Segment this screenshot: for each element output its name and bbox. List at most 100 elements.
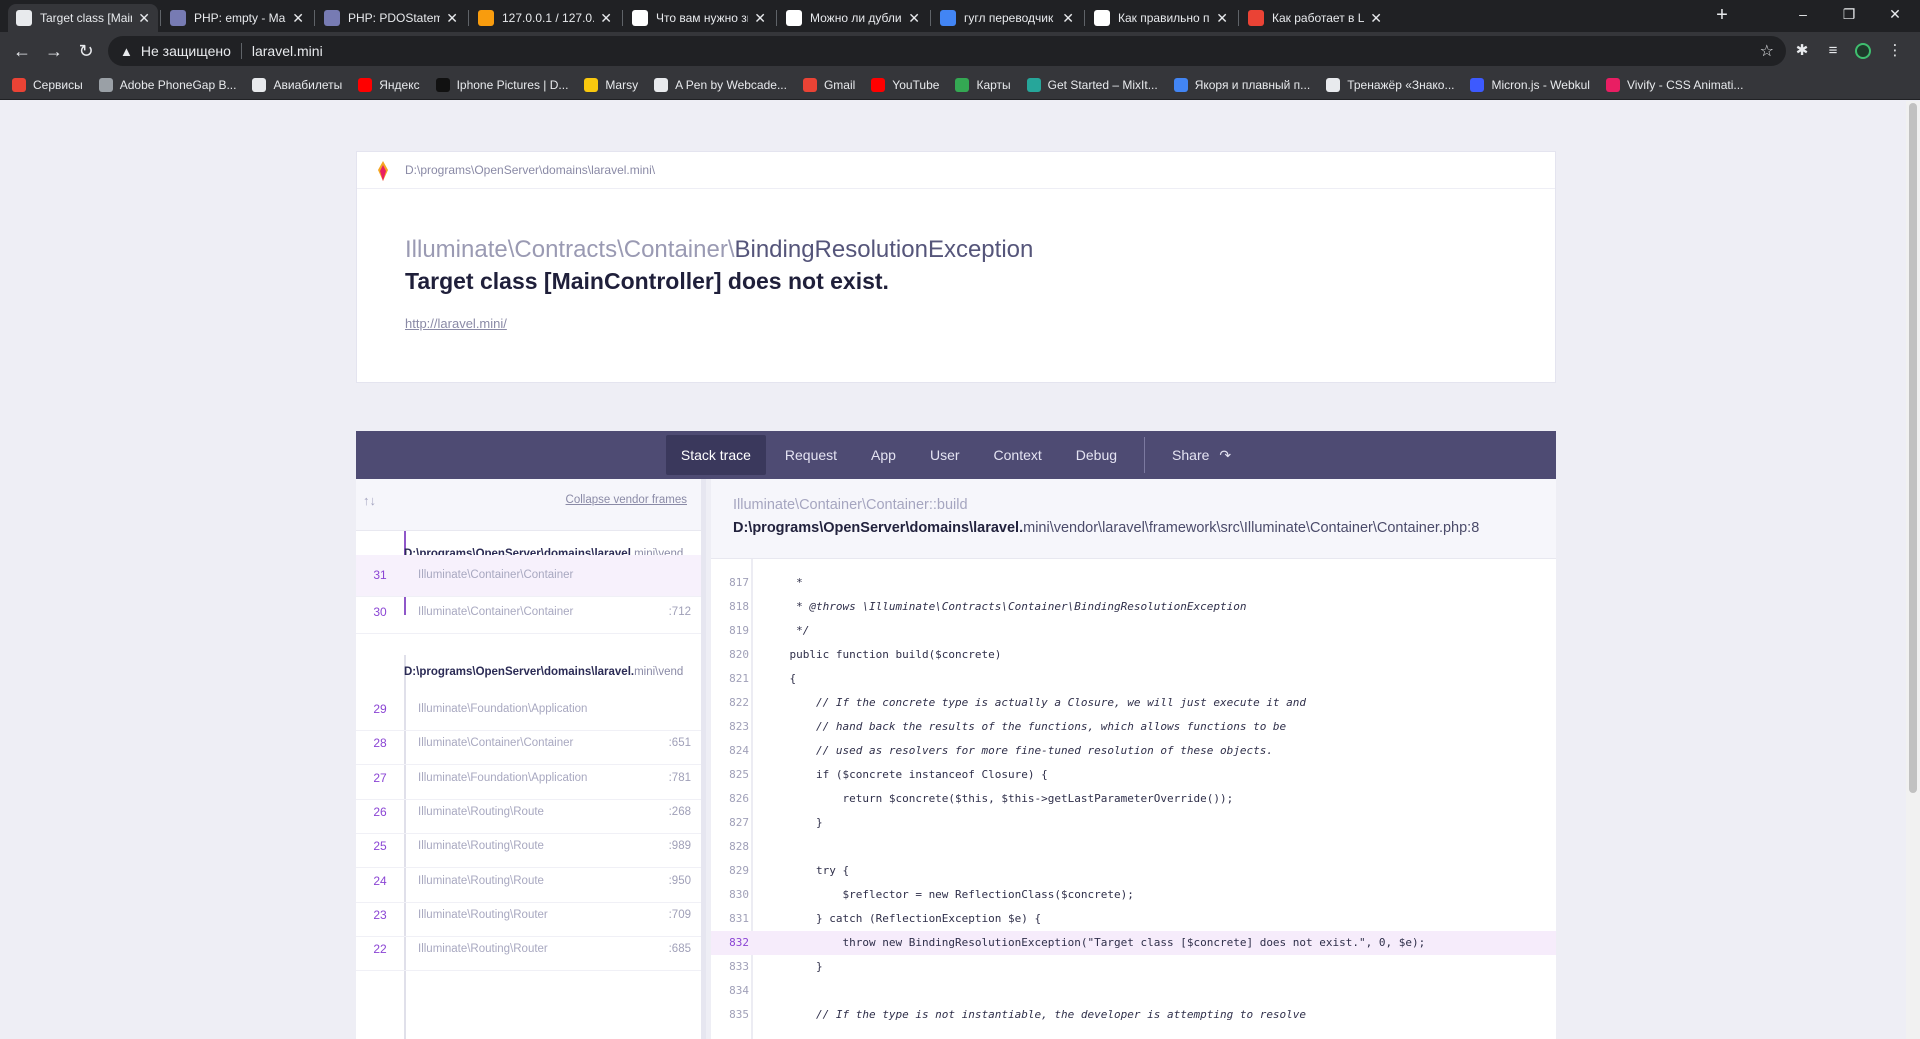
tab-request[interactable]: Request: [770, 435, 852, 475]
collapse-vendor-frames-link[interactable]: Collapse vendor frames: [566, 494, 687, 506]
share-button[interactable]: Share ↷: [1157, 435, 1246, 475]
tab-user[interactable]: User: [915, 435, 975, 475]
bookmark-label: Авиабилеты: [273, 77, 343, 92]
frame-class: Illuminate\Container\Container: [418, 606, 574, 618]
frame-file-path[interactable]: D:\programs\OpenServer\domains\laravel.m…: [733, 520, 1479, 536]
frame-group-head[interactable]: D:\programs\OpenServer\domains\laravel.m…: [404, 657, 701, 687]
browser-tab[interactable]: Можно ли дублирова ✕: [778, 4, 928, 32]
code-line-text: {: [763, 672, 797, 685]
new-tab-button[interactable]: +: [1708, 4, 1736, 28]
bookmark-item[interactable]: YouTube: [871, 77, 940, 92]
browser-tab[interactable]: Что вам нужно знать о ✕: [624, 4, 774, 32]
browser-tab[interactable]: PHP: PDOStatement::e ✕: [316, 4, 466, 32]
share-icon: ↷: [1219, 446, 1232, 463]
stack-frame-row[interactable]: 22 Illuminate\Routing\Router:685: [356, 929, 701, 971]
code-line: 821 {: [711, 667, 1556, 691]
browser-tab[interactable]: Как работает в Larave ✕: [1240, 4, 1390, 32]
reading-list-icon[interactable]: ≡: [1824, 42, 1842, 60]
bookmark-item[interactable]: Get Started – MixIt...: [1026, 77, 1158, 92]
bookmark-favicon-icon: [1173, 77, 1188, 92]
page-scrollbar[interactable]: [1906, 101, 1920, 1039]
code-line: 834: [711, 979, 1556, 1003]
bookmark-favicon-icon: [435, 77, 450, 92]
close-window-icon[interactable]: ✕: [1872, 0, 1918, 28]
exception-name: Illuminate\Contracts\Container\BindingRe…: [405, 236, 1033, 264]
bookmark-label: Adobe PhoneGap B...: [119, 77, 237, 92]
code-line-text: */: [763, 624, 810, 637]
bookmark-item[interactable]: Карты: [955, 77, 1011, 92]
code-line-number: 821: [729, 672, 749, 685]
bookmark-item[interactable]: Якоря и плавный п...: [1173, 77, 1310, 92]
bookmark-item[interactable]: Vivify - CSS Animati...: [1605, 77, 1744, 92]
frame-number: 26: [373, 805, 387, 819]
tab-close-icon[interactable]: ✕: [600, 10, 612, 27]
browser-tab[interactable]: Как правильно пропи ✕: [1086, 4, 1236, 32]
frame-class: Illuminate\Foundation\Application: [418, 703, 588, 715]
frame-number: 31: [373, 568, 387, 582]
tab-favicon-icon: [170, 10, 186, 26]
bookmark-item[interactable]: Сервисы: [12, 77, 83, 92]
stack-frame-row[interactable]: 30 Illuminate\Container\Container:712: [356, 592, 701, 634]
bookmark-item[interactable]: Micron.js - Webkul: [1470, 77, 1590, 92]
frame-class: Illuminate\Routing\Router: [418, 909, 548, 921]
back-icon[interactable]: ←: [8, 37, 36, 65]
address-bar[interactable]: ▲ Не защищено laravel.mini ☆: [108, 36, 1786, 66]
tab-close-icon[interactable]: ✕: [138, 10, 150, 27]
bookmark-item[interactable]: Adobe PhoneGap B...: [98, 77, 237, 92]
bookmark-item[interactable]: Тренажёр «Знако...: [1326, 77, 1454, 92]
bookmark-item[interactable]: A Pen by Webcade...: [654, 77, 787, 92]
warning-icon: ▲: [120, 43, 133, 59]
tab-app[interactable]: App: [856, 435, 911, 475]
code-line-text: // hand back the results of the function…: [763, 720, 1287, 733]
tab-close-icon[interactable]: ✕: [1062, 10, 1074, 27]
browser-tab[interactable]: PHP: empty - Manual ✕: [162, 4, 312, 32]
tab-separator: [314, 10, 315, 26]
request-url-link[interactable]: http://laravel.mini/: [405, 316, 507, 331]
tab-debug[interactable]: Debug: [1061, 435, 1132, 475]
tab-context[interactable]: Context: [979, 435, 1057, 475]
menu-icon[interactable]: ⋮: [1886, 42, 1904, 60]
browser-tab[interactable]: Target class [MainC ✕: [8, 4, 158, 32]
tab-title: PHP: PDOStatement::e: [348, 11, 441, 25]
bookmark-favicon-icon: [358, 77, 373, 92]
frame-line: :989: [668, 840, 691, 852]
tab-close-icon[interactable]: ✕: [292, 10, 304, 27]
bookmark-item[interactable]: Gmail: [802, 77, 855, 92]
maximize-icon[interactable]: ❐: [1826, 0, 1872, 28]
bookmark-label: Get Started – MixIt...: [1047, 77, 1158, 92]
tab-favicon-icon: [324, 10, 340, 26]
frame-line: :709: [668, 909, 691, 921]
tab-favicon-icon: [786, 10, 802, 26]
bookmark-star-icon[interactable]: ☆: [1760, 41, 1774, 61]
tab-favicon-icon: [478, 10, 494, 26]
extensions-icon[interactable]: ✱: [1793, 42, 1811, 60]
bookmark-label: YouTube: [892, 77, 940, 92]
reload-icon[interactable]: ↻: [72, 37, 100, 65]
minimize-icon[interactable]: –: [1780, 0, 1826, 28]
tab-close-icon[interactable]: ✕: [754, 10, 766, 27]
frame-number: 28: [373, 736, 387, 750]
code-line: 823 // hand back the results of the func…: [711, 715, 1556, 739]
bookmark-item[interactable]: Яндекс: [358, 77, 420, 92]
tab-stack-trace[interactable]: Stack trace: [665, 435, 766, 475]
sort-arrows-icon[interactable]: ↑↓: [363, 493, 376, 508]
profile-avatar[interactable]: [1855, 43, 1871, 59]
forward-icon[interactable]: →: [40, 37, 68, 65]
stack-trace-panel: ↑↓ Collapse vendor frames D:\programs\Op…: [356, 479, 706, 1039]
tab-close-icon[interactable]: ✕: [908, 10, 920, 27]
bookmark-label: Vivify - CSS Animati...: [1626, 77, 1744, 92]
browser-tab[interactable]: 127.0.0.1 / 127.0.0.1 / l ✕: [470, 4, 620, 32]
scrollbar-thumb[interactable]: [1909, 103, 1917, 793]
bookmark-item[interactable]: Marsy: [584, 77, 638, 92]
tab-close-icon[interactable]: ✕: [446, 10, 458, 27]
bookmark-favicon-icon: [802, 77, 817, 92]
browser-tab[interactable]: гугл переводчик - По ✕: [932, 4, 1082, 32]
bookmark-item[interactable]: Iphone Pictures | D...: [435, 77, 568, 92]
frame-method-name: Container::build: [866, 497, 968, 513]
code-line: 825 if ($concrete instanceof Closure) {: [711, 763, 1556, 787]
bookmark-favicon-icon: [98, 77, 113, 92]
bookmark-item[interactable]: Авиабилеты: [252, 77, 343, 92]
tab-close-icon[interactable]: ✕: [1216, 10, 1228, 27]
tab-close-icon[interactable]: ✕: [1370, 10, 1382, 27]
stack-frame-row[interactable]: 31 Illuminate\Container\Container: [356, 555, 701, 597]
